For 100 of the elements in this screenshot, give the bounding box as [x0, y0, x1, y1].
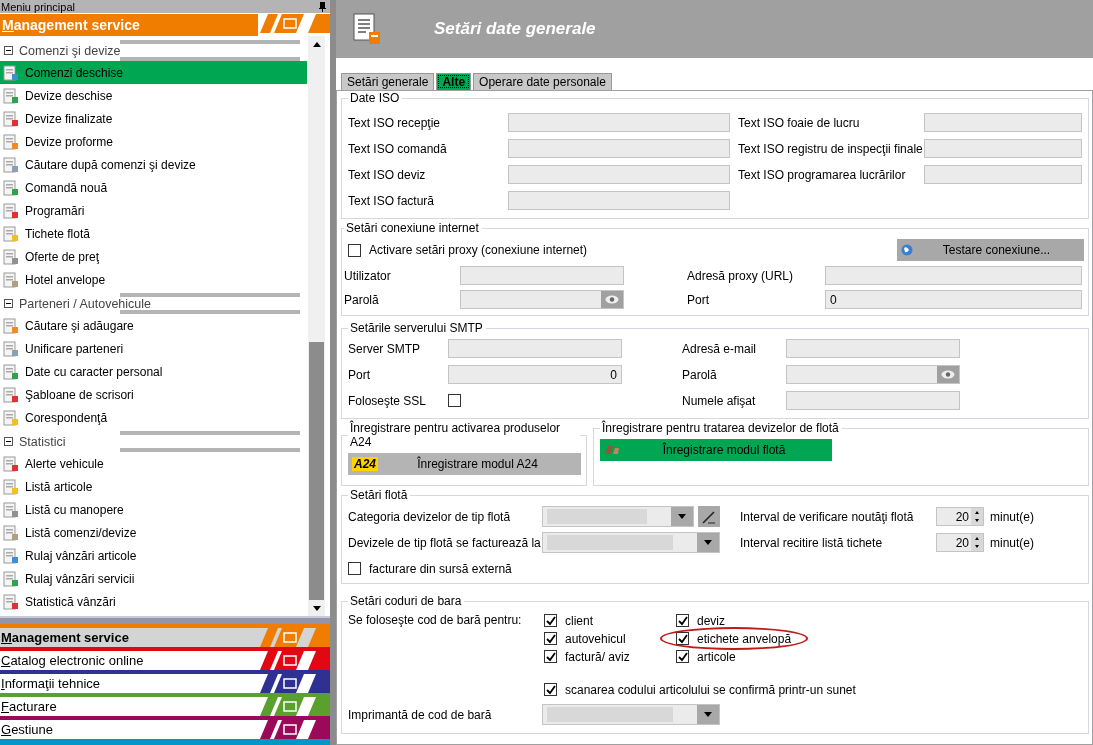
- spinner-value: 20: [955, 535, 969, 550]
- caret-icon: [312, 41, 321, 47]
- menu-item[interactable]: Căutare şi adăugare: [0, 314, 307, 337]
- checkbox[interactable]: [448, 394, 461, 407]
- menu-item[interactable]: Oferte de preţ: [0, 245, 307, 268]
- scrollbar[interactable]: [308, 36, 325, 616]
- text-field[interactable]: [508, 139, 730, 158]
- menu-item[interactable]: Date cu caracter personal: [0, 360, 307, 383]
- menu-item[interactable]: Şabloane de scrisori: [0, 383, 307, 406]
- menu-item[interactable]: Unificare parteneri: [0, 337, 307, 360]
- menu-item[interactable]: Comenzi deschise: [0, 61, 307, 84]
- text-field[interactable]: [508, 191, 730, 210]
- document-icon: [3, 593, 19, 610]
- menu-item[interactable]: Listă articole: [0, 475, 307, 498]
- number-spinner[interactable]: 20: [936, 507, 984, 526]
- pin-icon[interactable]: [319, 1, 326, 12]
- module-title: Management service: [2, 17, 140, 33]
- module-tab[interactable]: Gestiune: [0, 716, 330, 739]
- checkbox[interactable]: [544, 683, 557, 696]
- dropdown[interactable]: [542, 704, 720, 725]
- tab[interactable]: Setări generale: [341, 73, 435, 90]
- field-label: Server SMTP: [348, 341, 421, 356]
- register-fleet-button[interactable]: Înregistrare modul flotă: [600, 439, 832, 461]
- checkbox-label: client: [565, 613, 593, 628]
- text-field[interactable]: [786, 339, 960, 358]
- pen-icon: [702, 509, 716, 524]
- checkbox[interactable]: [544, 614, 557, 627]
- menu-item[interactable]: Listă comenzi/devize: [0, 521, 307, 544]
- text-field[interactable]: [924, 139, 1082, 158]
- spinner-value: 20: [955, 509, 969, 524]
- group-header[interactable]: Parteneri / Autovehicule: [0, 293, 300, 314]
- menu-item[interactable]: Rulaj vânzări servicii: [0, 567, 307, 590]
- checkbox[interactable]: [544, 632, 557, 645]
- checkbox-label: factură/ aviz: [565, 649, 630, 664]
- menu-item[interactable]: Programări: [0, 199, 307, 222]
- checkbox[interactable]: [348, 562, 361, 575]
- field-label: Interval de verificare noutăţi flotă: [740, 509, 915, 524]
- document-icon: [3, 386, 19, 403]
- group-header[interactable]: Statistici: [0, 431, 300, 452]
- group-label: Parteneri / Autovehicule: [19, 296, 152, 311]
- module-tab[interactable]: Facturare: [0, 693, 330, 716]
- module-tab[interactable]: Informaţii tehnice: [0, 670, 330, 693]
- text-field[interactable]: [460, 266, 624, 285]
- field-label: Adresă proxy (URL): [687, 268, 795, 283]
- checkbox[interactable]: [348, 243, 361, 257]
- tab[interactable]: Alte: [436, 73, 472, 90]
- register-a24-button[interactable]: A24 Înregistrare modul A24: [348, 453, 581, 475]
- text-field[interactable]: [825, 266, 1082, 285]
- field-label: Parolă: [344, 292, 380, 307]
- number-spinner[interactable]: 20: [936, 533, 984, 552]
- password-field[interactable]: [460, 290, 624, 309]
- menu-item[interactable]: Devize deschise: [0, 84, 307, 107]
- splitter[interactable]: [0, 616, 330, 624]
- checkbox-label: facturare din sursă externă: [369, 561, 512, 576]
- checkbox[interactable]: [676, 632, 689, 645]
- text-field[interactable]: 0: [825, 290, 1082, 309]
- menu-item[interactable]: Hotel anvelope: [0, 268, 307, 291]
- document-icon: [3, 225, 19, 242]
- text-field[interactable]: [924, 165, 1082, 184]
- text-field[interactable]: [448, 339, 622, 358]
- tab[interactable]: Operare date personale: [473, 73, 612, 90]
- module-tab[interactable]: Catalog electronic online: [0, 647, 330, 670]
- checkbox[interactable]: [544, 650, 557, 663]
- edit-button[interactable]: [698, 506, 720, 527]
- caret-icon: [312, 605, 321, 611]
- dropdown[interactable]: [542, 532, 720, 553]
- document-icon: [3, 524, 19, 541]
- group-label: Comenzi şi devize: [19, 43, 121, 58]
- menu-item[interactable]: Căutare după comenzi şi devize: [0, 153, 307, 176]
- test-connection-button[interactable]: Testare conexiune...: [897, 239, 1084, 261]
- show-password-button[interactable]: [937, 366, 959, 383]
- field-label: Port: [348, 367, 371, 382]
- text-field[interactable]: [786, 391, 960, 410]
- menu-item[interactable]: Listă cu manopere: [0, 498, 307, 521]
- menu-item[interactable]: Devize proforme: [0, 130, 307, 153]
- menu-item[interactable]: Rulaj vânzări articole: [0, 544, 307, 567]
- document-icon: [3, 547, 19, 564]
- show-password-button[interactable]: [601, 291, 623, 308]
- menu-item[interactable]: Corespondenţă: [0, 406, 307, 429]
- checkbox[interactable]: [676, 650, 689, 663]
- text-field[interactable]: [508, 165, 730, 184]
- menu-item[interactable]: Tichete flotă: [0, 222, 307, 245]
- caret-icon: [678, 514, 686, 519]
- document-icon: [3, 87, 19, 104]
- document-icon: [3, 64, 19, 81]
- document-icon: [3, 340, 19, 357]
- menu-item[interactable]: Devize finalizate: [0, 107, 307, 130]
- collapse-icon: [4, 437, 13, 446]
- menu-item[interactable]: Comandă nouă: [0, 176, 307, 199]
- module-tab[interactable]: Management service: [0, 624, 330, 647]
- password-field[interactable]: [786, 365, 960, 384]
- checkbox-label: articole: [697, 649, 736, 664]
- text-field[interactable]: [508, 113, 730, 132]
- number-field[interactable]: 0: [448, 365, 622, 384]
- checkbox[interactable]: [676, 614, 689, 627]
- text-field[interactable]: [924, 113, 1082, 132]
- menu-item[interactable]: Alerte vehicule: [0, 452, 307, 475]
- a24-logo: A24: [352, 457, 378, 471]
- menu-item[interactable]: Statistică vânzări: [0, 590, 307, 613]
- unit-label: minut(e): [990, 509, 1034, 524]
